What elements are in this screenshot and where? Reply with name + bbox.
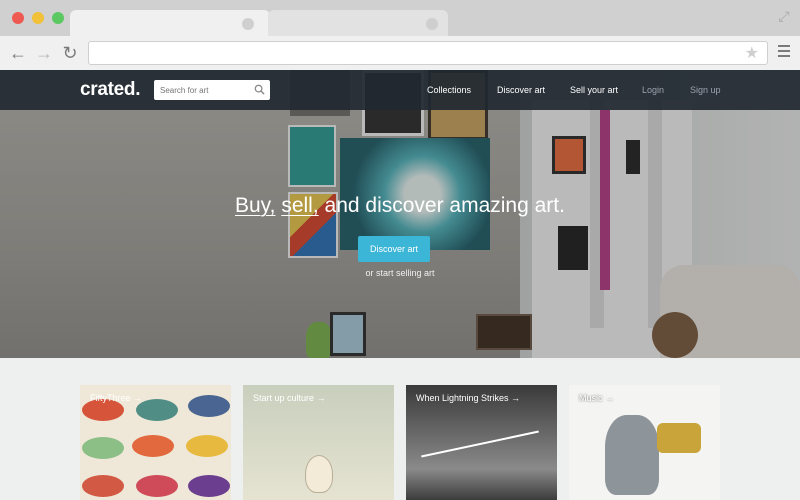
nav-link-sell-your-art[interactable]: Sell your art [570,85,618,95]
collection-illustration [186,435,228,457]
collection-title: Music → [579,393,615,403]
close-window-button[interactable] [12,12,24,24]
collection-illustration [657,423,701,453]
collection-illustration [605,415,659,495]
back-arrow-icon[interactable]: ← [8,43,28,63]
browser-menu-icon[interactable] [778,45,790,59]
fullscreen-icon[interactable]: ⤢ [776,8,792,24]
website: Buy, sell, and discover amazing art. Dis… [0,70,800,500]
bookmark-star-icon[interactable]: ★ [745,44,759,64]
start-selling-link[interactable]: or start selling art [0,268,800,278]
minimize-window-button[interactable] [32,12,44,24]
tab-close-icon[interactable] [242,18,254,30]
maximize-window-button[interactable] [52,12,64,24]
address-bar[interactable]: ★ [88,41,768,65]
nav-link-discover-art[interactable]: Discover art [497,85,545,95]
collection-illustration [188,395,230,417]
site-navbar: crated. Collections Discover art Sell yo… [0,70,800,110]
collection-card-start-up-culture[interactable]: Start up culture → [243,385,394,500]
collection-illustration [136,475,178,497]
search-input[interactable] [154,80,256,100]
collection-illustration [305,455,333,493]
collection-title: Start up culture → [253,393,326,403]
browser-toolbar: ← → ↻ ★ [0,36,800,71]
collection-card-music[interactable]: Music → [569,385,720,500]
nav-link-sign-up[interactable]: Sign up [690,85,721,95]
nav-link-login[interactable]: Login [642,85,664,95]
collection-illustration [188,475,230,497]
collection-illustration [421,430,539,458]
collection-illustration [136,399,178,421]
site-logo[interactable]: crated. [80,79,141,101]
collection-title: FiftyThree → [90,393,143,403]
collection-illustration [132,435,174,457]
collection-card-fiftythree[interactable]: FiftyThree → [80,385,231,500]
browser-tab-active[interactable] [70,10,270,36]
hero-headline: Buy, sell, and discover amazing art. [0,194,800,218]
headline-link-sell[interactable]: sell, [281,194,318,217]
collection-card-when-lightning-strikes[interactable]: When Lightning Strikes → [406,385,557,500]
headline-link-buy[interactable]: Buy, [235,194,275,217]
nav-link-collections[interactable]: Collections [427,85,471,95]
browser-titlebar: ⤢ [0,0,800,37]
browser-tab-inactive[interactable] [268,10,448,37]
collection-illustration [82,437,124,459]
headline-text: and discover amazing art. [324,194,565,217]
reload-icon[interactable]: ↻ [60,43,80,63]
tab-close-icon[interactable] [426,18,438,30]
hero-section: Buy, sell, and discover amazing art. Dis… [0,70,800,358]
search-icon[interactable] [254,84,265,95]
collection-illustration [82,475,124,497]
collection-title: When Lightning Strikes → [416,393,521,403]
search-box [154,80,270,100]
discover-art-button[interactable]: Discover art [358,236,430,262]
forward-arrow-icon[interactable]: → [34,43,54,63]
